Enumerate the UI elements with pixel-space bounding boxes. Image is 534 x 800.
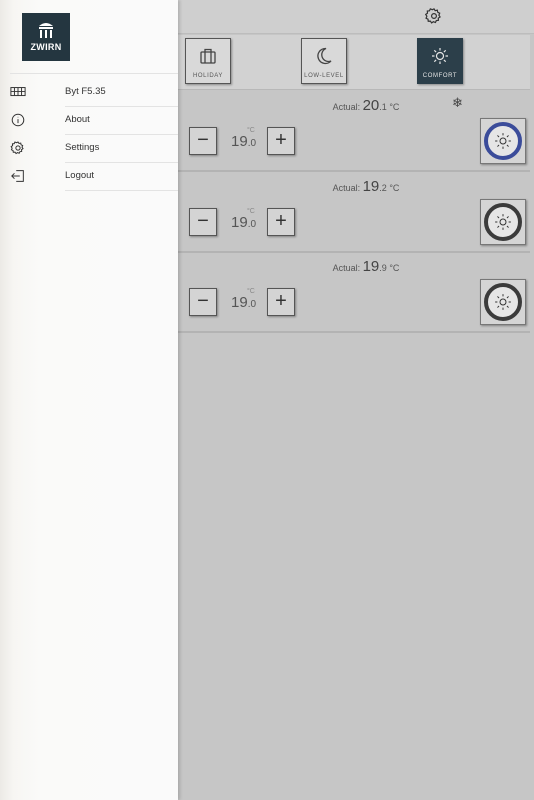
increase-button[interactable]: + (267, 208, 295, 236)
zone-row: Actual: 19.2 °C − 19.0 °C + (178, 172, 530, 253)
menu-item-logout[interactable]: Logout (0, 162, 178, 190)
dial-ring (484, 203, 522, 241)
menu-item-label: Settings (65, 142, 100, 153)
menu-item-label: Logout (65, 170, 95, 181)
dial-ring (484, 283, 522, 321)
decrease-button[interactable]: − (189, 288, 217, 316)
menu-item-settings[interactable]: Settings (0, 134, 178, 162)
settings-gear-icon[interactable] (425, 7, 443, 25)
zone-row: Actual: 19.9 °C − 19.0 °C + (178, 252, 530, 333)
comfort-dial-button[interactable] (480, 279, 526, 325)
mode-comfort-label: COMFORT (422, 73, 458, 79)
actual-temperature: Actual: 19.9 °C (332, 258, 400, 275)
gear-icon (10, 141, 24, 155)
sun-icon (495, 294, 511, 310)
moon-icon (317, 47, 332, 65)
actual-temperature: Actual: 19.2 °C (332, 178, 400, 195)
sun-icon (495, 133, 511, 149)
increase-button[interactable]: + (267, 288, 295, 316)
menu-item-label: Byt F5.35 (65, 86, 106, 97)
zone-row: Actual: 20.1 °C − 19.0 °C + (178, 91, 530, 172)
divider (65, 190, 178, 191)
dial-ring (484, 122, 522, 160)
menu-item-apartment[interactable]: Byt F5.35 (0, 78, 178, 106)
mode-low-level-label: LOW-LEVEL (304, 73, 344, 79)
suitcase-icon (200, 48, 216, 64)
menu-item-label: About (65, 114, 90, 125)
decrease-button[interactable]: − (189, 208, 217, 236)
mode-low-level-button[interactable]: LOW-LEVEL (301, 38, 347, 84)
setpoint-value: 19.0 °C (231, 208, 257, 231)
building-icon (39, 23, 53, 38)
apartment-map-icon (10, 87, 26, 97)
comfort-dial-button[interactable] (480, 199, 526, 245)
comfort-dial-button[interactable] (480, 118, 526, 164)
mode-holiday-label: HOLIDAY (192, 73, 224, 79)
navigation-drawer: ZWIRN Byt F5.35 About Settings Logout (0, 0, 178, 800)
info-icon (11, 113, 25, 127)
top-bar (178, 0, 534, 34)
actual-temperature: Actual: 20.1 °C (332, 97, 400, 114)
divider (10, 73, 178, 74)
sun-icon (495, 214, 511, 230)
mode-holiday-button[interactable]: HOLIDAY (185, 38, 231, 84)
setpoint-value: 19.0 °C (231, 127, 257, 150)
mode-selector: HOLIDAY LOW-LEVEL COMFORT (178, 35, 530, 90)
sun-icon (432, 48, 448, 64)
increase-button[interactable]: + (267, 127, 295, 155)
setpoint-value: 19.0 °C (231, 288, 257, 311)
decrease-button[interactable]: − (189, 127, 217, 155)
menu-item-about[interactable]: About (0, 106, 178, 134)
logout-icon (11, 170, 24, 182)
zwirn-logo: ZWIRN (22, 13, 70, 61)
mode-comfort-button[interactable]: COMFORT (417, 38, 463, 84)
logo-text: ZWIRN (30, 42, 62, 52)
